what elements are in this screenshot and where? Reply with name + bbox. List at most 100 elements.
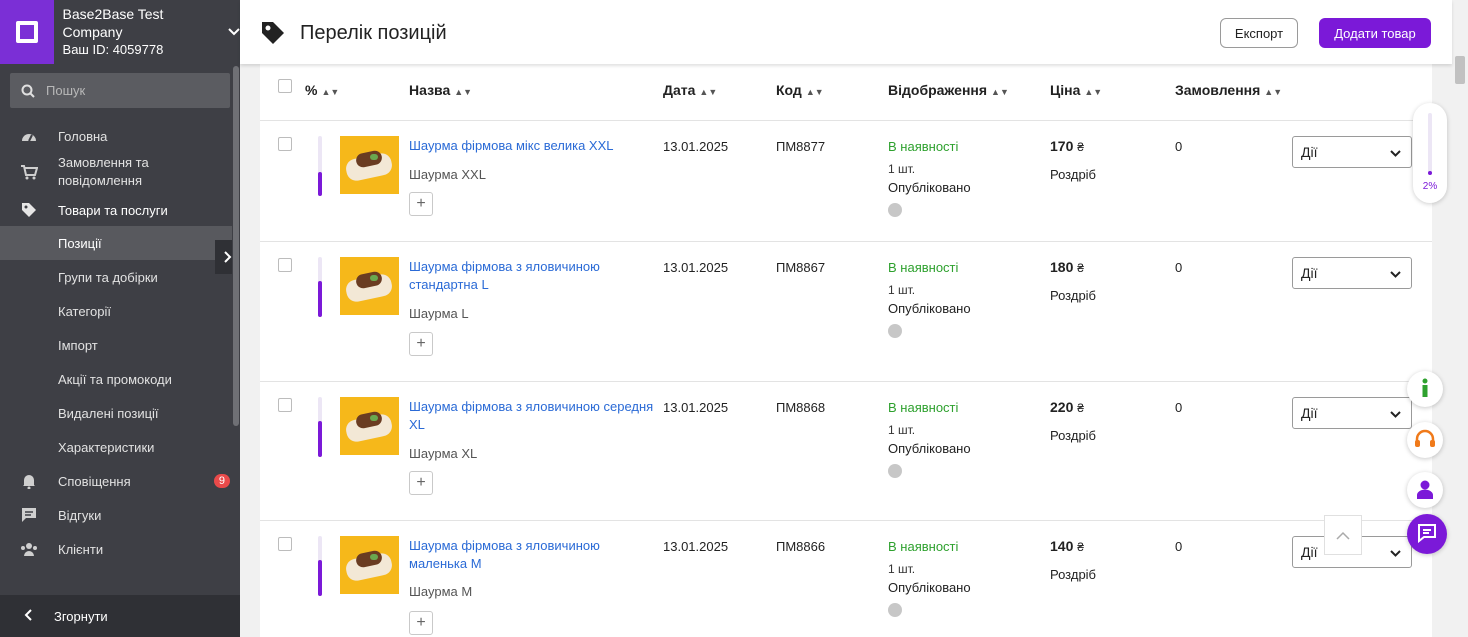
table-row: Шаурма фірмова з яловичиною маленька M Ш…	[260, 521, 1432, 637]
fill-progress-bar	[318, 257, 322, 317]
chevron-down-icon	[1390, 544, 1401, 560]
tag-icon	[260, 20, 286, 49]
availability-status[interactable]: В наявності	[888, 539, 958, 554]
actions-dropdown[interactable]: Дії	[1292, 397, 1412, 429]
scroll-to-top-button[interactable]	[1324, 515, 1362, 555]
sidebar-item-clients[interactable]: Клієнти	[0, 532, 232, 566]
company-switcher[interactable]: Base2Base Test Company Ваш ID: 4059778	[0, 0, 240, 64]
availability-status[interactable]: В наявності	[888, 139, 958, 154]
add-variant-button[interactable]: +	[409, 332, 433, 356]
actions-dropdown[interactable]: Дії	[1292, 257, 1412, 289]
product-price: 140 ₴	[1050, 538, 1084, 554]
sidebar-item-positions[interactable]: Позиції	[0, 226, 232, 260]
globe-icon	[888, 324, 902, 338]
column-label: Код	[776, 82, 802, 98]
column-label: Назва	[409, 82, 451, 98]
price-type: Роздріб	[1050, 167, 1097, 182]
collapse-button[interactable]: Згорнути	[0, 595, 240, 637]
column-name[interactable]: Назва ▲▼	[409, 82, 472, 98]
actions-dropdown[interactable]: Дії	[1292, 136, 1412, 168]
completion-bar	[1428, 113, 1432, 175]
product-date: 13.01.2025	[663, 400, 729, 415]
export-button[interactable]: Експорт	[1220, 18, 1298, 48]
bell-icon	[18, 473, 40, 489]
sidebar: Base2Base Test Company Ваш ID: 4059778 Г…	[0, 0, 240, 637]
publish-status[interactable]: Опубліковано	[888, 580, 971, 595]
completion-widget[interactable]: 2%	[1413, 103, 1447, 203]
product-name-link[interactable]: Шаурма фірмова мікс велика XXL	[409, 137, 659, 155]
price-type: Роздріб	[1050, 288, 1097, 303]
sidebar-item-products[interactable]: Товари та послуги	[0, 194, 232, 226]
select-all-checkbox[interactable]	[278, 79, 292, 93]
publish-status[interactable]: Опубліковано	[888, 441, 971, 456]
sort-icon: ▲▼	[454, 87, 473, 97]
column-orders[interactable]: Замовлення ▲▼	[1175, 82, 1282, 98]
products-table: % ▲▼ Назва ▲▼ Дата ▲▼ Код ▲▼ Відображення ▲▼ …	[260, 64, 1432, 637]
product-name-link[interactable]: Шаурма фірмова з яловичиною середня XL	[409, 398, 659, 434]
column-display[interactable]: Відображення ▲▼	[888, 82, 1009, 98]
product-image[interactable]	[340, 136, 399, 194]
row-checkbox[interactable]	[278, 258, 292, 272]
sidebar-item-reviews[interactable]: Відгуки	[0, 498, 232, 532]
availability-status[interactable]: В наявності	[888, 260, 958, 275]
column-label: Відображення	[888, 82, 988, 98]
order-count: 0	[1175, 139, 1183, 154]
sidebar-item-notifications[interactable]: Сповіщення 9	[0, 464, 232, 498]
info-icon	[1421, 378, 1429, 401]
column-date[interactable]: Дата ▲▼	[663, 82, 717, 98]
add-variant-button[interactable]: +	[409, 192, 433, 216]
chevron-down-icon	[228, 25, 240, 39]
company-info: Base2Base Test Company Ваш ID: 4059778	[63, 5, 220, 59]
row-checkbox[interactable]	[278, 537, 292, 551]
column-label: Замовлення	[1175, 82, 1261, 98]
sidebar-item-characteristics[interactable]: Характеристики	[0, 430, 232, 464]
info-button[interactable]	[1407, 371, 1443, 407]
sidebar-item-label: Групи та добірки	[58, 269, 158, 285]
people-icon	[18, 541, 40, 557]
support-button[interactable]	[1407, 422, 1443, 458]
product-code: ПМ8877	[776, 139, 826, 154]
sidebar-item-import[interactable]: Імпорт	[0, 328, 232, 362]
sidebar-item-label: Товари та послуги	[58, 202, 168, 218]
notification-badge: 9	[213, 474, 230, 488]
product-name-link[interactable]: Шаурма фірмова з яловичиною стандартна L	[409, 258, 659, 294]
row-checkbox[interactable]	[278, 137, 292, 151]
user-icon	[1415, 479, 1435, 502]
publish-status[interactable]: Опубліковано	[888, 180, 971, 195]
column-percent[interactable]: % ▲▼	[305, 82, 339, 98]
currency: ₴	[1077, 261, 1084, 275]
sidebar-item-deleted[interactable]: Видалені позиції	[0, 396, 232, 430]
sidebar-item-groups[interactable]: Групи та добірки	[0, 260, 232, 294]
manager-button[interactable]	[1407, 472, 1443, 508]
product-image[interactable]	[340, 257, 399, 315]
availability-status[interactable]: В наявності	[888, 400, 958, 415]
sidebar-item-promos[interactable]: Акції та промокоди	[0, 362, 232, 396]
add-variant-button[interactable]: +	[409, 471, 433, 495]
product-name-link[interactable]: Шаурма фірмова з яловичиною маленька M	[409, 537, 659, 573]
globe-icon	[888, 603, 902, 617]
sidebar-scrollbar[interactable]	[232, 64, 240, 594]
sidebar-item-label: Клієнти	[58, 541, 104, 557]
table-row: Шаурма фірмова мікс велика XXL Шаурма XX…	[260, 121, 1432, 242]
fill-progress-bar	[318, 536, 322, 596]
column-price[interactable]: Ціна ▲▼	[1050, 82, 1102, 98]
add-variant-button[interactable]: +	[409, 611, 433, 635]
search-input[interactable]	[46, 83, 206, 98]
add-product-button[interactable]: Додати товар	[1319, 18, 1431, 48]
page-header: Перелік позицій Експорт Додати товар	[240, 0, 1452, 64]
sidebar-menu: Головна Замовлення та повідомлення Товар…	[0, 120, 232, 566]
row-checkbox[interactable]	[278, 398, 292, 412]
publish-status[interactable]: Опубліковано	[888, 301, 971, 316]
chat-button[interactable]	[1407, 514, 1447, 554]
column-code[interactable]: Код ▲▼	[776, 82, 824, 98]
sidebar-item-home[interactable]: Головна	[0, 120, 232, 152]
sidebar-item-categories[interactable]: Категорії	[0, 294, 232, 328]
product-image[interactable]	[340, 397, 399, 455]
page-scrollbar[interactable]	[1452, 0, 1468, 637]
product-image[interactable]	[340, 536, 399, 594]
price-value: 220	[1050, 399, 1074, 415]
product-date: 13.01.2025	[663, 260, 729, 275]
sidebar-item-orders[interactable]: Замовлення та повідомлення	[0, 152, 232, 192]
sidebar-search[interactable]	[10, 73, 230, 108]
headset-icon	[1414, 429, 1436, 452]
